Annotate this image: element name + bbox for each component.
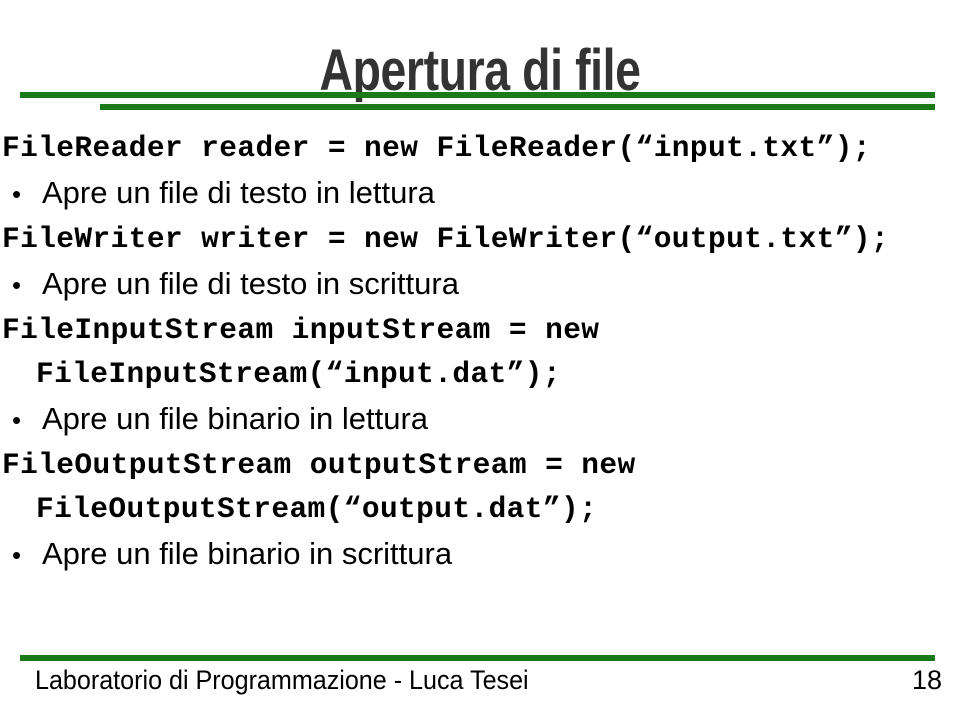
footer-divider [20, 655, 935, 661]
code-line: FileWriter writer = new FileWriter(“outp… [2, 222, 890, 256]
code-line: FileInputStream inputStream = new [2, 313, 600, 347]
bullet-icon: • [12, 270, 22, 300]
bullet-icon: • [12, 179, 22, 209]
list-item: • Apre un file binario in lettura [0, 396, 960, 443]
title-underline-primary [20, 92, 935, 98]
code-line: FileOutputStream outputStream = new [2, 448, 636, 482]
slide-body: FileReader reader = new FileReader(“inpu… [0, 126, 960, 578]
slide-page-number: 18 [911, 665, 942, 695]
list-item-label: Apre un file binario in scrittura [42, 536, 453, 571]
code-line-continued: FileOutputStream(“output.dat”); [36, 492, 598, 526]
list-item-label: Apre un file binario in lettura [42, 401, 429, 436]
bullet-icon: • [12, 405, 22, 435]
title-underline-secondary [100, 104, 935, 110]
list-item: • Apre un file di testo in lettura [0, 170, 960, 217]
list-item: • Apre un file di testo in scrittura [0, 261, 960, 308]
list-item: • Apre un file binario in scrittura [0, 531, 960, 578]
code-line: FileReader reader = new FileReader(“inpu… [2, 131, 871, 165]
slide: Apertura di file FileReader reader = new… [0, 0, 960, 701]
list-item-label: Apre un file di testo in lettura [42, 175, 435, 210]
bullet-icon: • [12, 540, 22, 570]
footer-label: Laboratorio di Programmazione - Luca Tes… [35, 665, 529, 695]
code-line-continued: FileInputStream(“input.dat”); [36, 357, 561, 391]
list-item-label: Apre un file di testo in scrittura [42, 266, 459, 301]
